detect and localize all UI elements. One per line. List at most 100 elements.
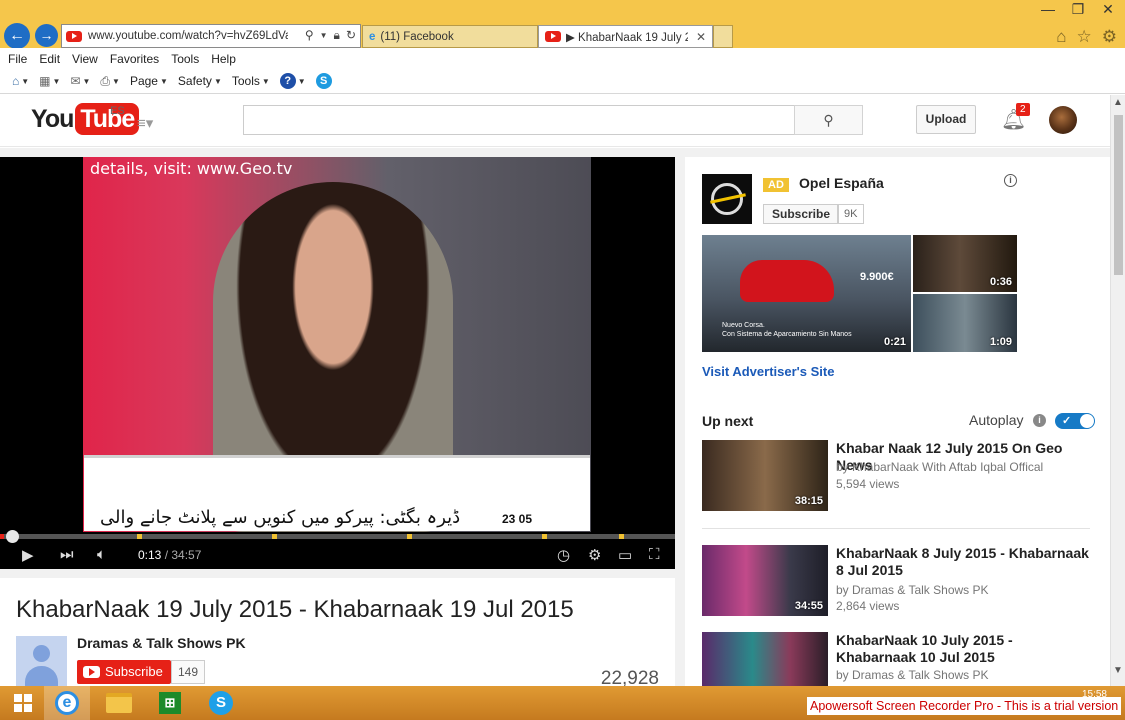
channel-name[interactable]: Dramas & Talk Shows PK: [77, 635, 246, 651]
ad-video-thumbnail[interactable]: 9.900€ Nuevo Corsa. Con Sistema de Aparc…: [702, 235, 911, 352]
time-display: 0:13 / 34:57: [138, 548, 202, 562]
search-input[interactable]: [243, 105, 795, 135]
youtube-header: You Tube ES ≡▾ ⚲ Upload 🔔︎ 2: [0, 95, 1110, 147]
video-thumbnail[interactable]: 34:55: [702, 545, 828, 616]
menu-tools[interactable]: Tools: [171, 52, 199, 66]
user-avatar[interactable]: [1049, 106, 1077, 134]
address-bar[interactable]: www.youtube.com/watch?v=hvZ69LdVamU ⚲ ▼ …: [61, 24, 361, 48]
car-image: [740, 260, 834, 302]
home-command[interactable]: ⌂ ▼: [12, 74, 29, 88]
tools-menu[interactable]: Tools ▼: [232, 74, 270, 88]
restore-button[interactable]: ❐: [1063, 0, 1093, 20]
scroll-down-icon[interactable]: ▼: [1113, 665, 1123, 676]
subscribe-button[interactable]: Subscribe: [77, 660, 171, 684]
tab-facebook[interactable]: e (11) Facebook: [362, 25, 538, 48]
menu-edit[interactable]: Edit: [39, 52, 60, 66]
theater-mode-icon[interactable]: ▭: [618, 546, 632, 564]
search-icon[interactable]: ⚲: [305, 28, 314, 44]
country-code: ES: [110, 105, 125, 117]
taskbar-store[interactable]: ⊞: [147, 686, 193, 720]
lock-icon[interactable]: 🔒︎: [334, 28, 340, 44]
command-bar: ⌂ ▼ ▦ ▼ ✉ ▼ ⎙ ▼ Page ▼ Safety ▼ Tools ▼ ? ▼ S: [0, 69, 1125, 94]
channel-avatar[interactable]: [16, 636, 67, 687]
ad-video-thumbnail[interactable]: 0:36: [913, 235, 1017, 292]
refresh-icon[interactable]: ↻: [346, 28, 356, 44]
progress-bar[interactable]: [0, 534, 675, 539]
search-button[interactable]: ⚲: [794, 105, 863, 135]
tab-label: (11) Facebook: [380, 30, 454, 43]
scroll-thumb[interactable]: [1114, 115, 1123, 275]
view-count: 5,594 views: [836, 477, 900, 491]
browser-titlebar: — ❐ ✕ ← → www.youtube.com/watch?v=hvZ69L…: [0, 0, 1125, 49]
list-item[interactable]: KhabarNaak 10 July 2015 - Khabarnaak 10 …: [702, 632, 1092, 686]
menu-file[interactable]: File: [8, 52, 27, 66]
visit-advertiser-link[interactable]: Visit Advertiser's Site: [702, 364, 834, 379]
info-icon[interactable]: i: [1004, 174, 1017, 187]
favorites-star-icon[interactable]: ☆: [1077, 27, 1092, 47]
video-title[interactable]: KhabarNaak 8 July 2015 - Khabarnaak 8 Ju…: [836, 545, 1096, 579]
settings-gear-icon[interactable]: ⚙: [1102, 27, 1117, 47]
dropdown-icon[interactable]: ▼: [320, 28, 328, 44]
watch-later-icon[interactable]: ◷: [557, 546, 570, 564]
print-command[interactable]: ⎙ ▼: [100, 74, 120, 89]
menu-favorites[interactable]: Favorites: [110, 52, 159, 66]
close-window-button[interactable]: ✕: [1093, 0, 1123, 20]
start-button[interactable]: [0, 686, 46, 720]
advertiser-name[interactable]: Opel España: [799, 175, 884, 191]
video-duration: 38:15: [794, 495, 823, 507]
skype-addon-icon[interactable]: S: [315, 73, 332, 89]
next-icon[interactable]: ⏭︎: [60, 546, 74, 563]
guide-menu-icon[interactable]: ≡▾: [137, 114, 153, 132]
logo-you: You: [31, 104, 74, 133]
taskbar-skype[interactable]: S: [198, 686, 244, 720]
page-menu[interactable]: Page ▼: [130, 74, 168, 88]
video-title[interactable]: KhabarNaak 10 July 2015 - Khabarnaak 10 …: [836, 632, 1092, 666]
ad-subscribe-button[interactable]: Subscribe: [763, 204, 840, 224]
play-icon[interactable]: ▶: [22, 546, 34, 564]
fullscreen-icon[interactable]: ⛶: [649, 546, 660, 563]
video-thumbnail[interactable]: [702, 632, 828, 686]
video-thumbnail[interactable]: 38:15: [702, 440, 828, 511]
settings-gear-icon[interactable]: ⚙: [588, 546, 601, 564]
page-menu-label: Page: [129, 74, 158, 88]
mail-command[interactable]: ✉ ▼: [70, 74, 90, 88]
info-icon[interactable]: i: [1033, 414, 1046, 427]
subscribe-label: Subscribe: [105, 664, 163, 679]
forward-button[interactable]: →: [35, 24, 58, 47]
safety-menu-label: Safety: [177, 74, 212, 88]
minimize-button[interactable]: —: [1033, 0, 1063, 20]
ad-marker: [272, 534, 277, 539]
ad-badge: AD: [763, 178, 789, 192]
list-item[interactable]: 34:55 KhabarNaak 8 July 2015 - Khabarnaa…: [702, 545, 1092, 619]
autoplay-toggle[interactable]: ✓: [1055, 413, 1095, 429]
player-controls: ▶ ⏭︎ 🔈︎ 0:13 / 34:57 ◷ ⚙ ▭ ⛶: [0, 541, 675, 569]
back-button[interactable]: ←: [4, 23, 30, 49]
video-player[interactable]: details, visit: www.Geo.tv ڈیرہ بگٹی: پی…: [0, 157, 675, 569]
help-command[interactable]: ? ▼: [279, 73, 306, 89]
home-icon[interactable]: ⌂: [1056, 27, 1066, 47]
taskbar-explorer[interactable]: [96, 686, 142, 720]
tools-menu-label: Tools: [231, 74, 260, 88]
taskbar-ie[interactable]: e: [44, 686, 90, 720]
news-ticker-time: 23 05: [502, 512, 533, 526]
address-url[interactable]: www.youtube.com/watch?v=hvZ69LdVamU: [88, 30, 288, 42]
feeds-command[interactable]: ▦ ▼: [39, 74, 60, 88]
new-tab-button[interactable]: [713, 25, 733, 48]
close-tab-icon[interactable]: ✕: [696, 30, 706, 44]
folder-icon: [106, 693, 132, 713]
page-scrollbar[interactable]: ▲ ▼: [1110, 95, 1125, 686]
windows-logo-icon: [14, 694, 32, 712]
list-item[interactable]: 38:15 Khabar Naak 12 July 2015 On Geo Ne…: [702, 440, 1092, 514]
safety-menu[interactable]: Safety ▼: [178, 74, 222, 88]
video-duration: 1:09: [989, 336, 1012, 348]
opel-logo[interactable]: [702, 174, 752, 224]
tab-youtube[interactable]: ▶ KhabarNaak 19 July 2015... ✕: [538, 25, 713, 48]
scroll-up-icon[interactable]: ▲: [1113, 97, 1123, 108]
menu-view[interactable]: View: [72, 52, 98, 66]
menu-help[interactable]: Help: [211, 52, 236, 66]
store-icon: ⊞: [159, 692, 181, 714]
volume-icon[interactable]: 🔈︎: [97, 546, 106, 563]
upload-button[interactable]: Upload: [916, 105, 976, 134]
ad-video-thumbnail[interactable]: 1:09: [913, 294, 1017, 352]
menu-bar: File Edit View Favorites Tools Help: [0, 48, 1125, 69]
